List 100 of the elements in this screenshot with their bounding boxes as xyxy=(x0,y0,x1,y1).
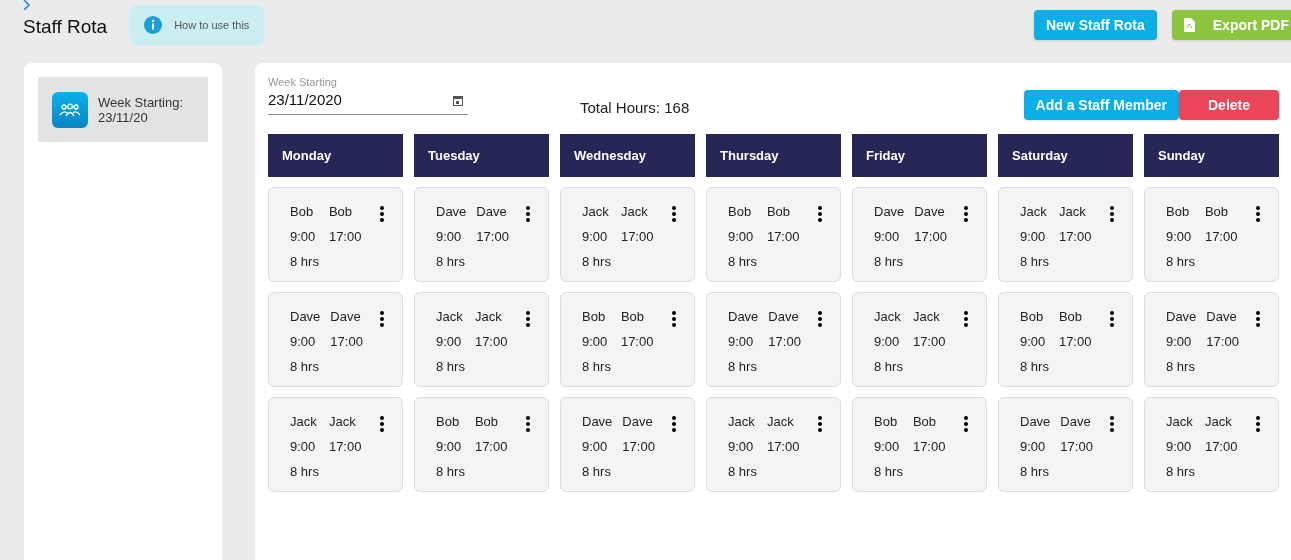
shift-hours: 8 hrs xyxy=(1166,253,1195,271)
shift-hours: 8 hrs xyxy=(874,463,903,481)
more-icon[interactable] xyxy=(526,416,530,432)
start-time: 9:00 xyxy=(582,438,609,456)
more-icon[interactable] xyxy=(1256,311,1260,327)
field-label: Week Starting xyxy=(268,75,338,89)
start-time: 9:00 xyxy=(436,333,463,351)
more-icon[interactable] xyxy=(964,206,968,222)
week-date-field[interactable]: Week Starting 23/11/2020 xyxy=(268,75,468,115)
day-header: Tuesday xyxy=(414,134,549,177)
more-icon[interactable] xyxy=(672,416,676,432)
staff-name: Dave xyxy=(622,413,654,431)
end-time: 17:00 xyxy=(768,333,801,351)
start-time: 9:00 xyxy=(290,333,317,351)
chevron-right-icon[interactable] xyxy=(23,0,31,10)
end-time: 17:00 xyxy=(620,228,654,246)
shift-hours: 8 hrs xyxy=(436,253,466,271)
info-icon xyxy=(144,16,163,34)
more-icon[interactable] xyxy=(526,311,530,327)
staff-name: Bob xyxy=(912,413,938,431)
more-icon[interactable] xyxy=(672,311,676,327)
staff-name: Jack xyxy=(474,308,503,326)
more-icon[interactable] xyxy=(526,206,530,222)
end-time: 17:00 xyxy=(1060,438,1093,456)
staff-name: Jack xyxy=(1166,413,1194,431)
shift-hours: 8 hrs xyxy=(1166,358,1196,376)
start-time: 9:00 xyxy=(1020,333,1047,351)
end-time: 17:00 xyxy=(622,438,655,456)
more-icon[interactable] xyxy=(964,311,968,327)
calendar-icon[interactable] xyxy=(453,94,463,106)
more-icon[interactable] xyxy=(818,416,822,432)
start-time: 9:00 xyxy=(728,228,755,246)
shift-card[interactable]: Jack Jack 9:00 17:00 8 hrs xyxy=(852,292,987,387)
shift-card[interactable]: Jack Jack 9:00 17:00 8 hrs xyxy=(998,187,1133,282)
shift-card[interactable]: Bob Bob 9:00 17:00 8 hrs xyxy=(706,187,841,282)
shift-card[interactable]: Jack Jack 9:00 17:00 8 hrs xyxy=(706,397,841,492)
shift-card[interactable]: Jack Jack 9:00 17:00 8 hrs xyxy=(268,397,403,492)
staff-name: Dave xyxy=(582,413,613,431)
file-icon xyxy=(1183,18,1195,32)
more-icon[interactable] xyxy=(964,416,968,432)
shift-card[interactable]: Bob Bob 9:00 17:00 8 hrs xyxy=(998,292,1133,387)
shift-hours: 8 hrs xyxy=(582,253,611,271)
shift-hours: 8 hrs xyxy=(1020,358,1049,376)
end-time: 17:00 xyxy=(766,438,800,456)
more-icon[interactable] xyxy=(1256,416,1260,432)
help-button[interactable]: How to use this xyxy=(129,5,265,45)
more-icon[interactable] xyxy=(1110,206,1114,222)
shift-hours: 8 hrs xyxy=(582,358,611,376)
more-icon[interactable] xyxy=(1110,416,1114,432)
shift-card[interactable]: Bob Bob 9:00 17:00 8 hrs xyxy=(268,187,403,282)
more-icon[interactable] xyxy=(818,206,822,222)
end-time: 17:00 xyxy=(1058,228,1092,246)
shift-card[interactable]: Dave Dave 9:00 17:00 8 hrs xyxy=(414,187,549,282)
shift-card[interactable]: Bob Bob 9:00 17:00 8 hrs xyxy=(852,397,987,492)
staff-name: Jack xyxy=(728,413,756,431)
staff-name: Bob xyxy=(582,308,607,326)
shift-card[interactable]: Dave Dave 9:00 17:00 8 hrs xyxy=(852,187,987,282)
staff-name: Dave xyxy=(476,203,508,221)
shift-hours: 8 hrs xyxy=(290,253,319,271)
more-icon[interactable] xyxy=(380,311,384,327)
more-icon[interactable] xyxy=(380,206,384,222)
shift-card[interactable]: Jack Jack 9:00 17:00 8 hrs xyxy=(560,187,695,282)
start-time: 9:00 xyxy=(1166,333,1193,351)
staff-name: Jack xyxy=(328,413,357,431)
more-icon[interactable] xyxy=(672,206,676,222)
end-time: 17:00 xyxy=(474,438,508,456)
shift-card[interactable]: Dave Dave 9:00 17:00 8 hrs xyxy=(706,292,841,387)
shift-hours: 8 hrs xyxy=(1020,463,1050,481)
shift-hours: 8 hrs xyxy=(290,463,319,481)
more-icon[interactable] xyxy=(818,311,822,327)
shift-card[interactable]: Bob Bob 9:00 17:00 8 hrs xyxy=(560,292,695,387)
start-time: 9:00 xyxy=(728,438,755,456)
shift-hours: 8 hrs xyxy=(1020,253,1049,271)
shift-hours: 8 hrs xyxy=(436,358,465,376)
shift-card[interactable]: Dave Dave 9:00 17:00 8 hrs xyxy=(268,292,403,387)
shift-card[interactable]: Bob Bob 9:00 17:00 8 hrs xyxy=(414,397,549,492)
shift-hours: 8 hrs xyxy=(728,463,757,481)
shift-card[interactable]: Jack Jack 9:00 17:00 8 hrs xyxy=(1144,397,1279,492)
staff-name: Dave xyxy=(1060,413,1092,431)
staff-name: Dave xyxy=(1020,413,1051,431)
shift-hours: 8 hrs xyxy=(582,463,612,481)
more-icon[interactable] xyxy=(380,416,384,432)
shift-card[interactable]: Dave Dave 9:00 17:00 8 hrs xyxy=(998,397,1133,492)
start-time: 9:00 xyxy=(1020,228,1047,246)
more-icon[interactable] xyxy=(1110,311,1114,327)
staff-name: Bob xyxy=(1204,203,1230,221)
staff-name: Dave xyxy=(330,308,362,326)
week-date: 23/11/20 xyxy=(98,109,148,125)
shift-hours: 8 hrs xyxy=(1166,463,1195,481)
more-icon[interactable] xyxy=(1256,206,1260,222)
delete-button[interactable]: Delete xyxy=(1179,90,1279,120)
end-time: 17:00 xyxy=(912,333,946,351)
shift-card[interactable]: Jack Jack 9:00 17:00 8 hrs xyxy=(414,292,549,387)
shift-card[interactable]: Bob Bob 9:00 17:00 8 hrs xyxy=(1144,187,1279,282)
shift-card[interactable]: Dave Dave 9:00 17:00 8 hrs xyxy=(1144,292,1279,387)
end-time: 17:00 xyxy=(1058,333,1092,351)
shift-card[interactable]: Dave Dave 9:00 17:00 8 hrs xyxy=(560,397,695,492)
field-value: 23/11/2020 xyxy=(268,90,342,110)
week-item[interactable]: Week Starting: 23/11/20 xyxy=(38,77,208,142)
staff-name: Bob xyxy=(436,413,461,431)
